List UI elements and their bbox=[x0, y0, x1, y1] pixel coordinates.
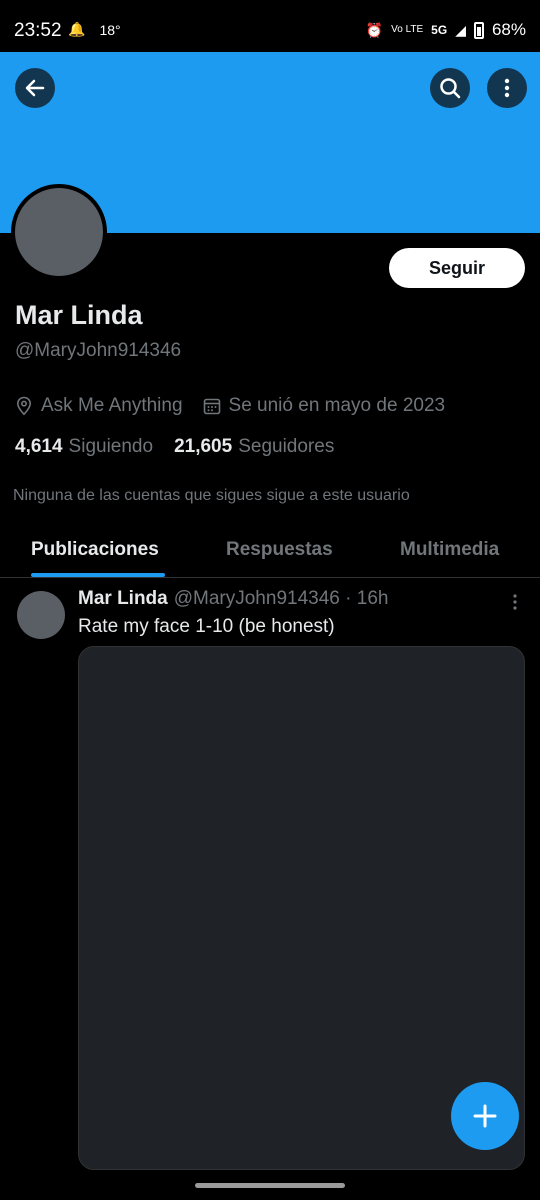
status-bar: 23:52 🔔 18° ⏰ Vo LTE 5G ◢ 68% bbox=[0, 0, 540, 52]
alarm-icon: ⏰ bbox=[365, 22, 384, 38]
post-author-name[interactable]: Mar Linda bbox=[78, 588, 168, 610]
profile-meta: Ask Me Anything Se unió en mayo de 2023 bbox=[15, 395, 465, 417]
back-button[interactable] bbox=[15, 68, 55, 108]
followers-count[interactable]: 21,605 bbox=[174, 436, 232, 458]
network-label: 5G bbox=[431, 23, 448, 37]
followers-label[interactable]: Seguidores bbox=[238, 436, 334, 458]
followed-by-note: Ninguna de las cuentas que sigues sigue … bbox=[13, 487, 410, 504]
volte-label: Vo LTE bbox=[391, 24, 424, 35]
post-avatar[interactable] bbox=[17, 591, 65, 639]
tab-respuestas[interactable]: Respuestas bbox=[226, 539, 333, 561]
calendar-icon bbox=[203, 398, 220, 415]
status-time: 23:52 bbox=[14, 20, 62, 41]
location-item: Ask Me Anything bbox=[15, 395, 183, 417]
arrow-left-icon bbox=[25, 79, 45, 97]
signal-icon: ◢ bbox=[455, 22, 466, 38]
location-pin-icon bbox=[16, 396, 32, 416]
avatar-placeholder bbox=[15, 188, 103, 276]
post-header: Mar Linda @MaryJohn914346 · 16h bbox=[78, 588, 388, 610]
post-author-handle: @MaryJohn914346 bbox=[173, 588, 340, 609]
home-indicator[interactable] bbox=[195, 1183, 345, 1188]
follow-stats: 4,614 Siguiendo 21,605 Seguidores bbox=[15, 436, 355, 458]
follow-button[interactable]: Seguir bbox=[389, 248, 525, 288]
battery-icon bbox=[473, 21, 484, 39]
search-button[interactable] bbox=[430, 68, 470, 108]
post-separator: · bbox=[339, 588, 357, 609]
search-icon bbox=[440, 78, 461, 99]
tab-publicaciones[interactable]: Publicaciones bbox=[31, 539, 159, 561]
following-label[interactable]: Siguiendo bbox=[69, 436, 154, 458]
status-temperature: 18° bbox=[99, 22, 121, 38]
post-text: Rate my face 1-10 (be honest) bbox=[78, 616, 335, 637]
post-time: 16h bbox=[356, 588, 389, 609]
more-vertical-icon bbox=[504, 78, 510, 98]
battery-percent: 68% bbox=[491, 20, 526, 39]
notification-bell-icon: 🔔 bbox=[68, 21, 86, 37]
profile-location: Ask Me Anything bbox=[41, 395, 183, 416]
joined-item: Se unió en mayo de 2023 bbox=[203, 395, 446, 417]
tab-multimedia[interactable]: Multimedia bbox=[400, 539, 499, 561]
profile-avatar[interactable] bbox=[11, 184, 107, 280]
active-tab-indicator bbox=[31, 573, 165, 577]
post-more-button[interactable] bbox=[505, 590, 525, 614]
profile-tabs: Publicaciones Respuestas Multimedia bbox=[0, 530, 540, 578]
profile-name: Mar Linda bbox=[15, 300, 143, 330]
profile-handle: @MaryJohn914346 bbox=[15, 340, 182, 361]
more-vertical-icon bbox=[513, 594, 517, 610]
post-media-placeholder[interactable] bbox=[78, 646, 525, 1170]
profile-joined-date: Se unió en mayo de 2023 bbox=[228, 395, 446, 416]
plus-icon bbox=[473, 1104, 497, 1128]
more-options-button[interactable] bbox=[487, 68, 527, 108]
following-count[interactable]: 4,614 bbox=[15, 436, 63, 458]
compose-button[interactable] bbox=[451, 1082, 519, 1150]
